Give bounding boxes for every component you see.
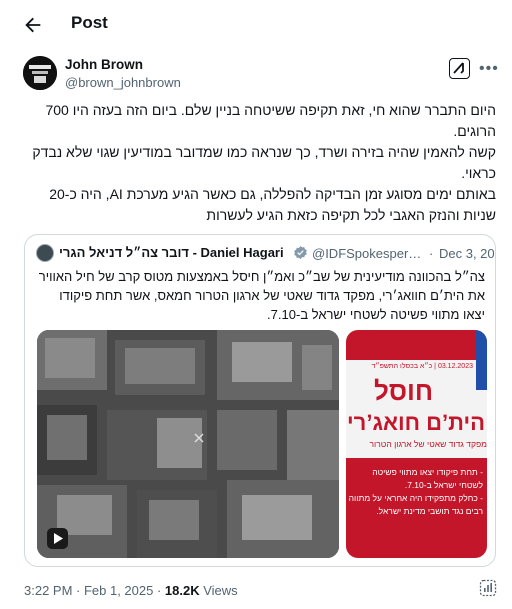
analytics-icon[interactable] — [479, 579, 497, 597]
quote-date: Dec 3, 2023 — [439, 246, 495, 261]
announcement-image[interactable]: 03.12.2023 | כ״א בכסלו התשפ״ד חוסל היתʼם… — [346, 330, 487, 558]
video-thumbnail[interactable] — [37, 330, 339, 558]
post-timestamp[interactable]: 3:22 PM · Feb 1, 2025 · 18.2K Views — [24, 583, 238, 598]
quoted-post[interactable]: דובר צה״ל דניאל הגרי - Daniel Hagari @ID… — [24, 234, 496, 567]
post-time[interactable]: 3:22 PM · Feb 1, 2025 · — [24, 583, 165, 598]
author-name[interactable]: John Brown — [65, 57, 143, 72]
top-bar: Post — [0, 0, 512, 48]
quote-separator: · — [429, 246, 434, 261]
play-icon[interactable] — [47, 528, 68, 549]
quote-avatar — [36, 244, 54, 262]
avatar[interactable] — [23, 56, 57, 90]
image-name-line: היתʼם חואגʼרי — [347, 410, 485, 435]
tweet-text: היום התברר שהוא חי, זאת תקיפה ששיטחה בני… — [32, 102, 496, 223]
image-bullets: - תחת פיקודו יצאו מתווי פשיטה לשטחי ישרא… — [348, 467, 483, 516]
verified-badge-icon — [293, 245, 308, 260]
author-handle[interactable]: @brown_johnbrown — [65, 75, 181, 90]
image-subtitle: מפקד גדוד שאטי של ארגון הטרור — [369, 439, 487, 449]
grok-icon[interactable] — [449, 58, 470, 79]
quote-text: צה״ל בהכוונה מודיעינית של שב״כ ואמ״ן חיס… — [38, 269, 485, 322]
quote-author-name: דובר צה״ל דניאל הגרי - Daniel Hagari — [59, 245, 284, 260]
views-label: Views — [199, 583, 238, 598]
more-options-icon[interactable]: ••• — [479, 60, 499, 78]
image-headline: חוסל — [374, 376, 434, 406]
page-title: Post — [71, 13, 108, 32]
quote-author-handle: @IDFSpokesperson — [312, 246, 427, 261]
image-header-bar — [346, 330, 487, 360]
image-date-strip: 03.12.2023 | כ״א בכסלו התשפ״ד — [371, 363, 473, 370]
back-arrow-icon[interactable] — [22, 14, 44, 36]
views-count: 18.2K — [164, 583, 200, 598]
